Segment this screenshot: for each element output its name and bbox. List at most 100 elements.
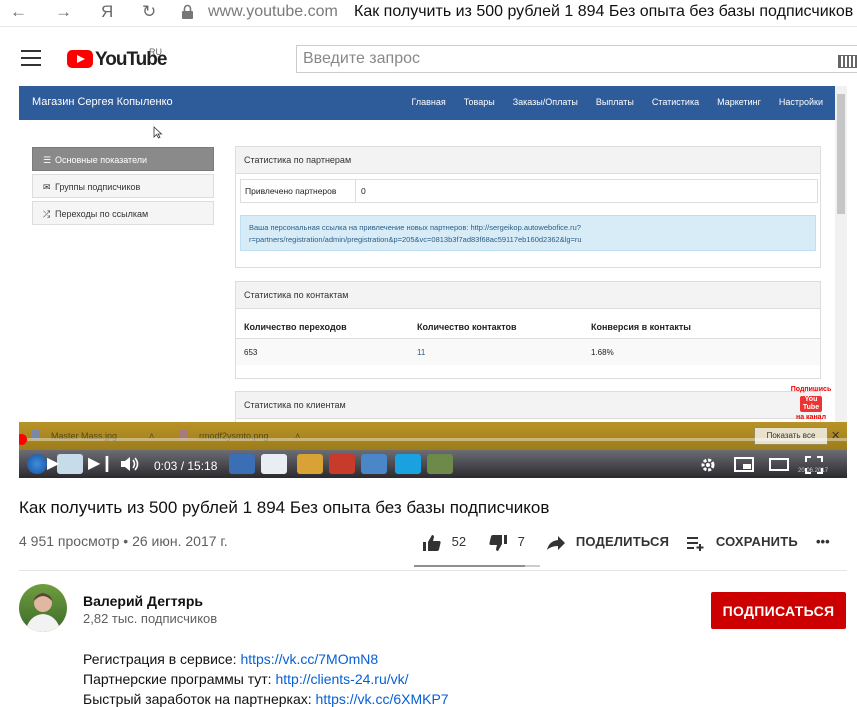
shop-title: Магазин Сергея Копыленко: [32, 96, 173, 108]
table-header: Количество переходов: [244, 322, 347, 332]
list-icon: ☰: [43, 155, 52, 165]
player-controls: ▶ ▶❙ 0:03 / 15:18 20.06.2017: [19, 450, 847, 478]
sidebar-item-label: Группы подписчиков: [55, 182, 141, 192]
windows-start-icon: [27, 454, 47, 474]
youtube-header: YouTube RU: [0, 30, 857, 86]
panel-title: Статистика по клиентам: [236, 392, 820, 419]
table-cell: 1.68%: [591, 348, 614, 357]
description-text: Партнерские программы тут:: [83, 671, 276, 687]
subscribe-button[interactable]: ПОДПИСАТЬСЯ: [711, 592, 846, 629]
dislike-button[interactable]: 7: [488, 531, 525, 553]
sidebar-item-link-clicks: ⤮ Переходы по ссылкам: [32, 201, 214, 225]
thumbs-down-icon: [489, 534, 507, 551]
video-page-scrollbar: [835, 86, 847, 422]
shop-nav-item: Настройки: [778, 97, 823, 107]
partners-panel: Статистика по партнерам Привлечено партн…: [235, 146, 821, 268]
shop-nav-item: Главная: [411, 97, 446, 107]
info-line: Ваша персональная ссылка на привлечение …: [249, 223, 581, 232]
keyboard-icon[interactable]: [838, 55, 857, 68]
search-input[interactable]: [297, 46, 829, 72]
page-title-tab: Как получить из 500 рублей 1 894 Без опы…: [354, 3, 854, 20]
logo-region: RU: [149, 47, 162, 57]
like-button[interactable]: 52: [422, 531, 466, 553]
taskbar-app-icon: [261, 454, 287, 474]
thumbs-up-icon: [423, 534, 441, 551]
share-label: ПОДЕЛИТЬСЯ: [575, 534, 670, 549]
description-link[interactable]: https://vk.cc/7MOmN8: [240, 651, 378, 667]
video-title: Как получить из 500 рублей 1 894 Без опы…: [19, 498, 550, 517]
show-all-downloads-button: Показать все: [754, 427, 828, 445]
shop-nav-item: Товары: [463, 97, 495, 107]
description-line: Регистрация в сервисе: https://vk.cc/7MO…: [83, 651, 378, 667]
like-ratio-bar: [414, 565, 540, 567]
mouse-cursor-icon: [153, 126, 163, 139]
row-key: Привлечено партнеров: [245, 186, 337, 196]
shop-nav-item: Статистика: [651, 97, 700, 107]
contacts-panel: Статистика по контактам Количество перех…: [235, 281, 821, 379]
reload-icon[interactable]: ↻: [142, 2, 156, 22]
save-button[interactable]: СОХРАНИТЬ: [686, 531, 798, 553]
taskbar-app-icon: [57, 454, 83, 474]
description-link[interactable]: https://vk.cc/6XMKP7: [316, 691, 449, 707]
play-icon[interactable]: ▶: [47, 455, 59, 473]
forward-arrow-icon[interactable]: →: [55, 2, 72, 22]
description-link[interactable]: http://clients-24.ru/vk/: [275, 671, 408, 687]
video-player[interactable]: Магазин Сергея Копыленко Главная Товары …: [19, 86, 847, 478]
video-datestamp: 20.06.2017: [798, 468, 829, 474]
subscriber-count: 2,82 тыс. подписчиков: [83, 611, 218, 626]
channel-avatar[interactable]: [19, 584, 67, 632]
lock-icon[interactable]: [181, 4, 194, 20]
badge-line: на канал: [795, 414, 827, 421]
taskbar-app-icon: [297, 454, 323, 474]
progress-bar[interactable]: [19, 434, 847, 445]
row-value: 0: [361, 186, 366, 196]
shop-nav-item: Маркетинг: [717, 97, 761, 107]
partners-row: Привлечено партнеров 0: [240, 179, 818, 203]
subscribe-badge[interactable]: Подпишись You Tube на канал: [789, 386, 833, 422]
referral-link-info: Ваша персональная ссылка на привлечение …: [240, 215, 816, 251]
next-icon[interactable]: ▶❙: [88, 455, 114, 473]
sidebar-item-main-stats: ☰ Основные показатели: [32, 147, 214, 171]
address-bar-domain[interactable]: www.youtube.com: [208, 3, 338, 21]
yandex-icon[interactable]: Я: [101, 2, 113, 22]
miniplayer-icon[interactable]: [734, 457, 754, 472]
description-text: Быстрый заработок на партнерках:: [83, 691, 316, 707]
browser-toolbar: ← → Я ↻ www.youtube.com Как получить из …: [0, 0, 857, 27]
avatar-photo: [25, 593, 61, 632]
shop-nav-item: Заказы/Оплаты: [512, 97, 578, 107]
youtube-play-icon: [67, 50, 93, 68]
badge-line: Подпишись: [790, 386, 832, 393]
share-button[interactable]: ПОДЕЛИТЬСЯ: [546, 531, 669, 553]
taskbar-app-icon: [229, 454, 255, 474]
playlist-add-icon: [687, 536, 704, 551]
sidebar-item-label: Основные показатели: [55, 155, 148, 165]
table-cell: 11: [417, 348, 426, 357]
description-line: Партнерские программы тут: http://client…: [83, 671, 409, 687]
description-line: Быстрый заработок на партнерках: https:/…: [83, 691, 449, 707]
volume-icon[interactable]: [120, 456, 140, 472]
panel-title: Статистика по контактам: [236, 282, 820, 309]
time-display: 0:03 / 15:18: [154, 459, 218, 473]
taskbar-app-icon: [427, 454, 453, 474]
video-meta: 4 951 просмотр • 26 июн. 2017 г.: [19, 533, 228, 549]
info-line: r=partners/registration/admin/pregistrat…: [249, 235, 582, 244]
menu-hamburger-icon[interactable]: [21, 50, 41, 66]
taskbar-app-icon: [395, 454, 421, 474]
shop-sidebar: ☰ Основные показатели ✉ Группы подписчиков…: [32, 147, 214, 228]
description-text: Регистрация в сервисе:: [83, 651, 241, 667]
more-actions-button[interactable]: •••: [816, 531, 830, 553]
shuffle-icon: ⤮: [43, 209, 51, 219]
theater-mode-icon[interactable]: [769, 457, 789, 472]
downloads-bar: Master Mass.jpg ˄ rmodf2ysmto.png ˄ Пока…: [19, 422, 847, 450]
settings-gear-icon[interactable]: [699, 456, 717, 474]
divider: [19, 570, 847, 571]
table-header: Количество контактов: [417, 322, 517, 332]
view-count: 4 951 просмотр: [19, 533, 120, 549]
shop-nav-item: Выплаты: [595, 97, 634, 107]
back-arrow-icon[interactable]: ←: [10, 2, 27, 22]
dislike-count: 7: [517, 534, 525, 549]
shop-nav-links: Главная Товары Заказы/Оплаты Выплаты Ста…: [411, 97, 823, 107]
search-box: [296, 45, 857, 73]
channel-name[interactable]: Валерий Дегтярь: [83, 593, 203, 609]
share-arrow-icon: [547, 535, 565, 550]
